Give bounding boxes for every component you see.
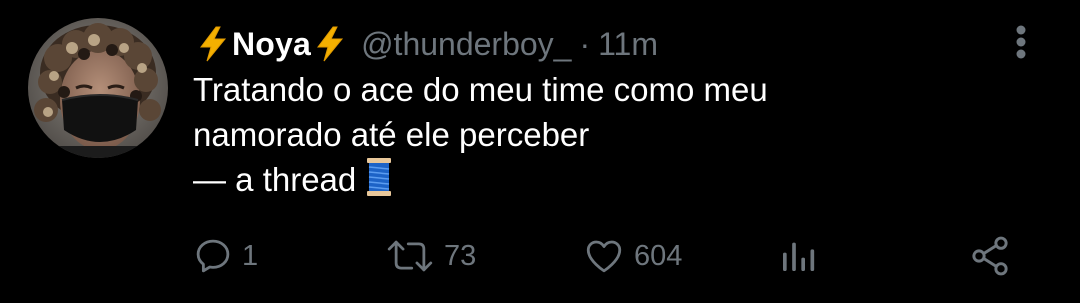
retweet-arrows-icon: [387, 240, 433, 272]
share-nodes-icon: [972, 236, 1008, 276]
timestamp[interactable]: 11m: [598, 26, 658, 63]
vertical-ellipsis-icon: [1016, 25, 1026, 59]
tweet-body: Tratando o ace do meu time como meu namo…: [193, 68, 1013, 203]
heart-icon: [586, 240, 622, 273]
tweet-header: Noya @thunderboy_ · 11m: [196, 22, 658, 66]
like-button[interactable]: 604: [582, 226, 682, 286]
speech-bubble-icon: [196, 239, 230, 273]
more-options-button[interactable]: [1006, 22, 1036, 62]
lightning-bolt-icon: [200, 26, 227, 62]
tweet-text-line: namorado até ele perceber: [193, 115, 590, 153]
user-handle[interactable]: @thunderboy_: [361, 26, 571, 63]
reply-button[interactable]: 1: [192, 226, 258, 286]
tweet-actions: 1 73 604: [0, 226, 1080, 286]
tweet-text-line: — a thread: [193, 161, 357, 198]
display-name[interactable]: Noya: [196, 26, 347, 63]
display-name-text: Noya: [232, 25, 312, 62]
tweet-text-line: Tratando o ace do meu time como meu: [193, 71, 768, 108]
separator-dot: ·: [579, 25, 591, 62]
share-button[interactable]: [968, 226, 1012, 286]
retweet-button[interactable]: 73: [384, 226, 476, 286]
bar-chart-icon: [783, 242, 815, 271]
reply-count: 1: [242, 239, 259, 272]
like-count: 604: [634, 239, 683, 272]
avatar[interactable]: [28, 18, 168, 158]
analytics-button[interactable]: [778, 226, 818, 286]
spool-of-thread-icon: [367, 158, 392, 196]
retweet-count: 73: [444, 239, 477, 272]
lightning-bolt-icon: [317, 26, 344, 62]
avatar-image: [28, 18, 168, 158]
tweet-text-line-last: — a thread: [193, 157, 1013, 203]
tweet-card[interactable]: Noya @thunderboy_ · 11m Tratando o ace d…: [0, 0, 1080, 303]
